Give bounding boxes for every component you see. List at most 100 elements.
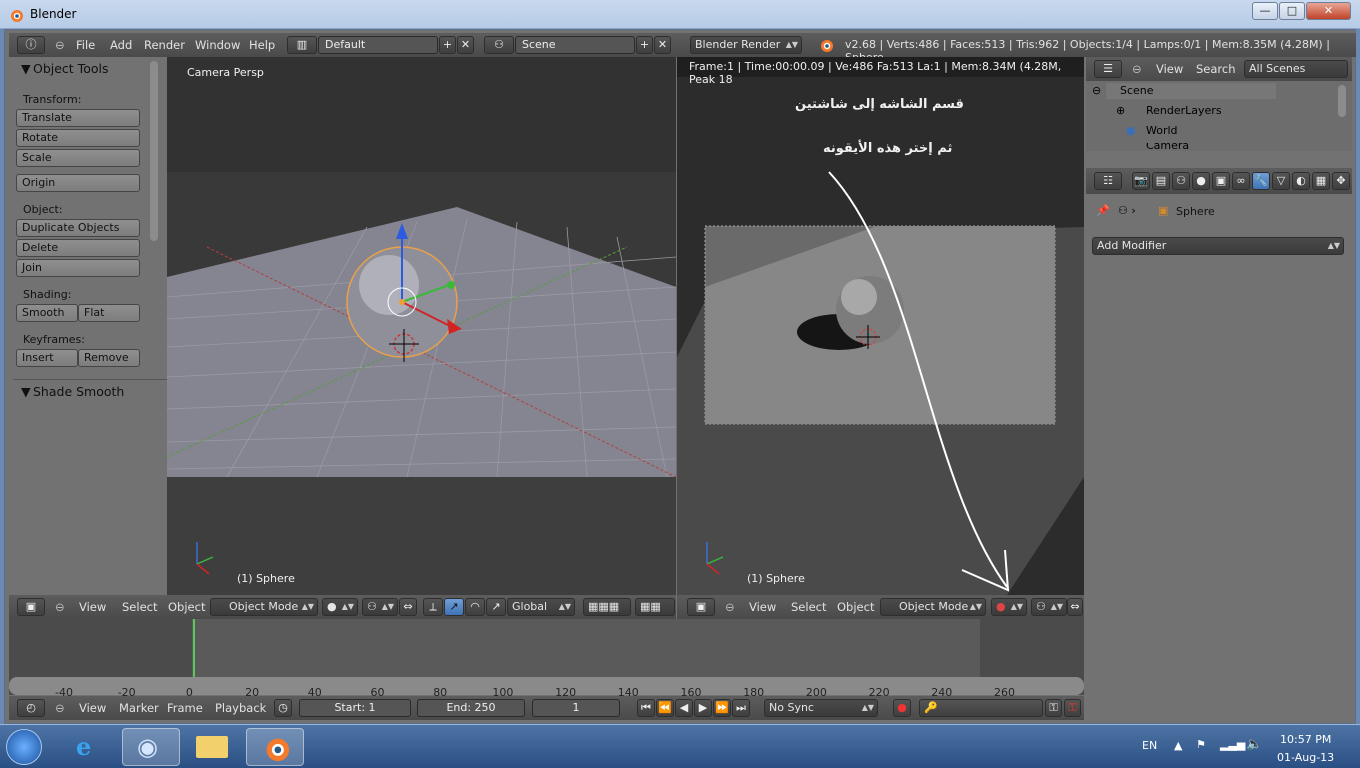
duplicate-objects-button[interactable]: Duplicate Objects [16, 219, 140, 237]
file-explorer-icon[interactable] [184, 728, 242, 766]
menu-view[interactable]: View [79, 600, 106, 614]
rotate-button[interactable]: Rotate [16, 129, 140, 147]
rotate-manipulator-icon[interactable]: ↗ [444, 598, 464, 616]
internet-explorer-icon[interactable]: e [60, 728, 118, 766]
render-engine-dropdown[interactable]: Blender Render ▲▼ [690, 36, 802, 54]
menu-select[interactable]: Select [122, 600, 157, 614]
object-mode-dropdown[interactable]: Object Mode ▲▼ [210, 598, 318, 616]
menu-file[interactable]: File [76, 38, 95, 52]
collapse-icon[interactable]: ⊖ [725, 600, 735, 614]
object-mode-dropdown[interactable]: Object Mode ▲▼ [880, 598, 986, 616]
scene-field[interactable]: Scene [515, 36, 635, 54]
outliner-filter-dropdown[interactable]: All Scenes [1244, 60, 1348, 78]
pin-icon[interactable]: 📌 [1096, 204, 1110, 217]
pivot-dropdown[interactable]: ⚇ ▲▼ [1031, 598, 1067, 616]
menu-object[interactable]: Object [837, 600, 874, 614]
record-icon[interactable]: ● [893, 699, 911, 717]
current-frame-field[interactable]: 1 [532, 699, 620, 717]
blender-taskbar-icon[interactable] [246, 728, 304, 766]
layout-field[interactable]: Default [318, 36, 438, 54]
add-modifier-dropdown[interactable]: Add Modifier ▲▼ [1092, 237, 1344, 255]
remove-scene-button[interactable]: ✕ [654, 36, 671, 54]
expand-icon[interactable]: ⊖ [1092, 84, 1101, 97]
outliner-menu-search[interactable]: Search [1196, 62, 1236, 76]
language-indicator[interactable]: EN [1142, 739, 1157, 752]
manipulator-toggle[interactable]: ⇔ [399, 598, 417, 616]
jump-key-back-icon[interactable]: ⏪ [656, 699, 674, 717]
clock-time[interactable]: 10:57 PM [1280, 733, 1331, 746]
outliner-row-world[interactable]: ● World [1126, 123, 1296, 139]
physics-tab-icon[interactable]: ✥ [1332, 172, 1350, 190]
play-reverse-icon[interactable]: ◀ [675, 699, 693, 717]
end-frame-field[interactable]: End: 250 [417, 699, 525, 717]
pivot-dropdown[interactable]: ⚇ ▲▼ [362, 598, 398, 616]
remove-keyframe-button[interactable]: Remove [78, 349, 140, 367]
clock-date[interactable]: 01-Aug-13 [1277, 751, 1334, 764]
render-layers-tab-icon[interactable]: ▤ [1152, 172, 1170, 190]
menu-help[interactable]: Help [249, 38, 275, 52]
jump-key-forward-icon[interactable]: ⏩ [713, 699, 731, 717]
menu-marker[interactable]: Marker [119, 701, 159, 715]
timeline[interactable] [9, 619, 1084, 695]
sync-dropdown[interactable]: No Sync ▲▼ [764, 699, 878, 717]
screen-layout-icon[interactable]: ▥ [287, 36, 317, 54]
minimize-button[interactable]: — [1252, 2, 1278, 20]
tool-shelf-scrollbar[interactable] [150, 61, 158, 241]
outliner-menu-view[interactable]: View [1156, 62, 1183, 76]
remove-layout-button[interactable]: ✕ [457, 36, 474, 54]
show-hidden-icons-icon[interactable]: ▲ [1174, 739, 1182, 752]
manipulator-toggle[interactable]: ⇔ [1067, 598, 1083, 616]
texture-tab-icon[interactable]: ▦ [1312, 172, 1330, 190]
delete-button[interactable]: Delete [16, 239, 140, 257]
editor-type-timeline-button[interactable]: ◴ [17, 699, 45, 717]
smooth-button[interactable]: Smooth [16, 304, 78, 322]
scene-tab-icon[interactable]: ⚇ [1172, 172, 1190, 190]
scale-button[interactable]: Scale [16, 149, 140, 167]
volume-icon[interactable]: 🔈 [1246, 737, 1262, 752]
menu-frame[interactable]: Frame [167, 701, 203, 715]
world-tab-icon[interactable]: ● [1192, 172, 1210, 190]
menu-playback[interactable]: Playback [215, 701, 266, 715]
object-tab-icon[interactable]: ▣ [1212, 172, 1230, 190]
flat-button[interactable]: Flat [78, 304, 140, 322]
outliner-row-scene[interactable]: ⊖ Scene [1092, 83, 1276, 99]
editor-type-outliner-button[interactable]: ☰ [1094, 60, 1122, 78]
panel-collapse-icon[interactable]: ▼ [21, 384, 31, 399]
preview-range-icon[interactable]: ◷ [274, 699, 292, 717]
join-button[interactable]: Join [16, 259, 140, 277]
scale-manipulator-icon[interactable]: ◠ [465, 598, 485, 616]
network-globe-icon[interactable]: ◉ [122, 728, 180, 766]
menu-window[interactable]: Window [195, 38, 240, 52]
keying-set-field[interactable]: 🔑 [919, 699, 1043, 717]
outliner-row-camera[interactable]: Camera [1126, 143, 1296, 151]
translate-manipulator-icon[interactable]: ⟂ [423, 598, 443, 616]
play-icon[interactable]: ▶ [694, 699, 712, 717]
network-icon[interactable]: ▂▃▅ [1220, 738, 1245, 751]
editor-type-properties-button[interactable]: ☷ [1094, 172, 1122, 190]
rendered-shading-dropdown[interactable]: ● ▲▼ [991, 598, 1027, 616]
layers-grid-1[interactable]: ▦▦▦ [583, 598, 631, 616]
editor-type-3d-button[interactable]: ▣ [687, 598, 715, 616]
collapse-icon[interactable]: ⊖ [55, 600, 65, 614]
outliner-row-renderlayers[interactable]: ⊕ RenderLayers [1116, 103, 1296, 119]
expand-icon[interactable]: ⊕ [1116, 104, 1125, 117]
outliner-scrollbar[interactable] [1338, 85, 1346, 117]
start-button[interactable] [6, 729, 42, 765]
menu-object[interactable]: Object [168, 600, 205, 614]
render-viewport-right[interactable]: Frame:1 | Time:00:00.09 | Ve:486 Fa:513 … [677, 57, 1084, 595]
menu-view[interactable]: View [749, 600, 776, 614]
editor-type-3d-button[interactable]: ▣ [17, 598, 45, 616]
collapse-icon[interactable]: ⊖ [1132, 62, 1142, 76]
origin-button[interactable]: Origin [16, 174, 140, 192]
maximize-button[interactable]: □ [1279, 2, 1305, 20]
menu-add[interactable]: Add [110, 38, 132, 52]
orientation-icon[interactable]: ↗ [486, 598, 506, 616]
material-tab-icon[interactable]: ◐ [1292, 172, 1310, 190]
menu-view[interactable]: View [79, 701, 106, 715]
shading-dropdown[interactable]: ● ▲▼ [322, 598, 358, 616]
layers-grid-2[interactable]: ▦▦ [635, 598, 675, 616]
render-tab-icon[interactable]: 📷 [1132, 172, 1150, 190]
delete-keyframe-icon[interactable]: ⚿ [1064, 699, 1081, 717]
jump-start-icon[interactable]: ⏮ [637, 699, 655, 717]
insert-keyframe-icon[interactable]: ⚿ [1045, 699, 1062, 717]
